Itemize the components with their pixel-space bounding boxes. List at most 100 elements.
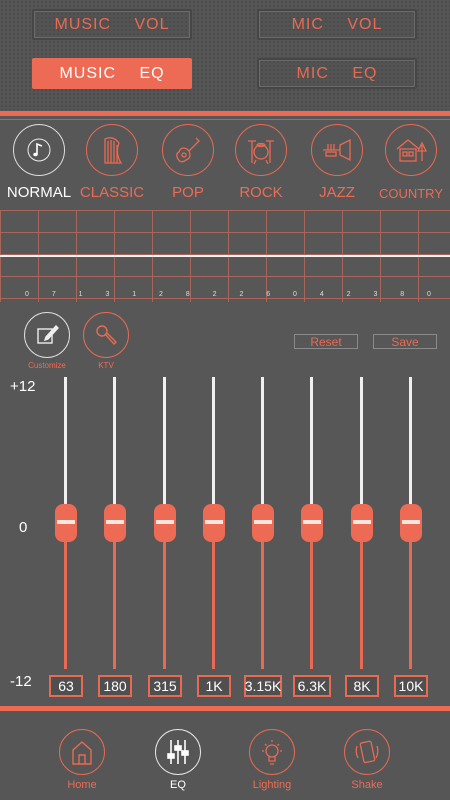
readout-digit: 3 (105, 291, 110, 298)
slider-track (360, 377, 363, 523)
band-frequency-label: 180 (98, 675, 132, 697)
readout-digit: 4 (319, 291, 324, 298)
slider-track-fill (212, 523, 215, 669)
house-icon (385, 124, 437, 176)
slider-track (163, 377, 166, 523)
preset-pop[interactable]: POP (153, 124, 223, 201)
readout-digit: 7 (51, 291, 56, 298)
trumpet-icon (311, 124, 363, 176)
slider-track (261, 377, 264, 523)
ktv-button[interactable]: KTV (81, 312, 131, 370)
home-icon (59, 729, 105, 775)
eq-slider[interactable] (150, 377, 180, 669)
band-frequency-label: 10K (394, 675, 428, 697)
slider-track (64, 377, 67, 523)
readout-digit: 6 (266, 291, 271, 298)
band-frequency-label: 63 (49, 675, 83, 697)
nav-eq[interactable]: EQ (148, 729, 208, 791)
music-eq-button[interactable]: MUSIC EQ (32, 58, 192, 89)
slider-thumb[interactable] (252, 504, 274, 542)
scale-min-label: -12 (10, 673, 32, 690)
nav-label: Lighting (252, 779, 292, 791)
slider-track-fill (113, 523, 116, 669)
divider (0, 706, 450, 711)
preset-rock[interactable]: ROCK (226, 124, 296, 201)
preset-label: NORMAL (6, 184, 72, 201)
save-button[interactable]: Save (373, 334, 437, 349)
divider (0, 119, 450, 120)
nav-label: Home (67, 779, 97, 791)
nav-home[interactable]: Home (52, 729, 112, 791)
drum-kit-icon (235, 124, 287, 176)
preset-label: ROCK (239, 184, 283, 201)
edit-icon (24, 312, 70, 358)
equalizer-icon (155, 729, 201, 775)
music-note-icon (13, 124, 65, 176)
ktv-label: KTV (98, 361, 114, 370)
band-frequency-label: 6.3K (293, 675, 331, 697)
preset-country[interactable]: COUNTRY (376, 124, 446, 201)
band-frequency-label: 315 (148, 675, 182, 697)
band-frequency-label: 8K (345, 675, 379, 697)
readout-digit: 2 (212, 291, 217, 298)
music-vol-button[interactable]: MUSIC VOL (32, 9, 192, 40)
nav-lighting[interactable]: Lighting (242, 729, 302, 791)
slider-track (409, 377, 412, 523)
slider-thumb[interactable] (203, 504, 225, 542)
guitar-icon (162, 124, 214, 176)
customize-label: Customize (28, 361, 66, 370)
nav-label: EQ (170, 779, 186, 791)
slider-thumb[interactable] (301, 504, 323, 542)
readout-digit: 0 (427, 291, 431, 298)
readout-digit: 3 (373, 291, 378, 298)
preset-label: CLASSIC (79, 184, 145, 201)
reset-button[interactable]: Reset (294, 334, 358, 349)
slider-track (212, 377, 215, 523)
mic-vol-button[interactable]: MIC VOL (257, 9, 417, 40)
nav-label: Shake (351, 779, 383, 791)
light-bulb-icon (249, 729, 295, 775)
shake-phone-icon (344, 729, 390, 775)
readout-digit: 2 (346, 291, 351, 298)
customize-button[interactable]: Customize (22, 312, 72, 370)
slider-thumb[interactable] (55, 504, 77, 542)
nav-shake[interactable]: Shake (337, 729, 397, 791)
readout-digit: 2 (159, 291, 163, 298)
slider-track-fill (163, 523, 166, 669)
eq-slider[interactable] (199, 377, 229, 669)
mic-eq-button[interactable]: MIC EQ (257, 58, 417, 89)
eq-slider[interactable] (297, 377, 327, 669)
slider-track (310, 377, 313, 523)
slider-thumb[interactable] (400, 504, 422, 542)
slider-track-fill (409, 523, 412, 669)
divider (0, 111, 450, 116)
eq-slider[interactable] (100, 377, 130, 669)
scale-max-label: +12 (10, 378, 36, 395)
slider-thumb[interactable] (351, 504, 373, 542)
band-frequency-label: 1K (197, 675, 231, 697)
preset-label: POP (172, 184, 204, 201)
readout-digit: 0 (293, 291, 297, 298)
eq-slider[interactable] (396, 377, 426, 669)
slider-track-fill (360, 523, 363, 669)
readout-digit: 1 (78, 291, 83, 298)
eq-slider[interactable] (347, 377, 377, 669)
slider-thumb[interactable] (154, 504, 176, 542)
readout-digit: 0 (25, 291, 29, 298)
microphone-icon (83, 312, 129, 358)
preset-normal[interactable]: NORMAL (4, 124, 74, 201)
scale-mid-label: 0 (19, 519, 28, 536)
preset-classic[interactable]: CLASSIC (77, 124, 147, 201)
harp-icon (86, 124, 138, 176)
readout-digit: 8 (400, 291, 405, 298)
readout-digit: 1 (132, 291, 137, 298)
slider-thumb[interactable] (104, 504, 126, 542)
eq-response-curve (0, 255, 450, 257)
eq-slider[interactable] (248, 377, 278, 669)
preset-jazz[interactable]: JAZZ (302, 124, 372, 201)
slider-track-fill (310, 523, 313, 669)
band-frequency-label: 3.15K (244, 675, 282, 697)
slider-track-fill (261, 523, 264, 669)
readout-digit: 2 (239, 291, 244, 298)
eq-slider[interactable] (51, 377, 81, 669)
